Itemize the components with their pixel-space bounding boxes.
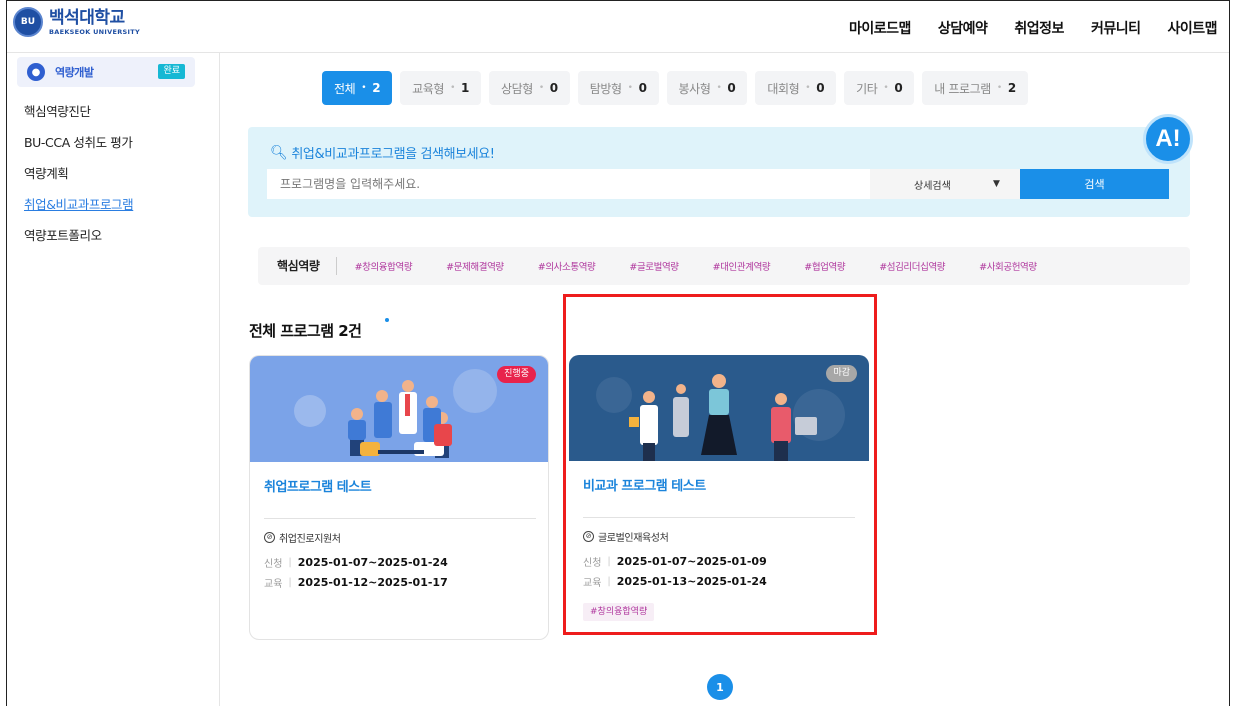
program-type-tabs: 전체 • 2 교육형 • 1 상담형 • 0 탐방형 • 0 봉사형 • 0 대회형 • 0 기타 • 0 …: [322, 71, 1028, 105]
program-title[interactable]: 취업프로그램 테스트: [264, 476, 372, 495]
tab-count: 0: [727, 81, 736, 95]
status-badge: 완료: [158, 64, 185, 79]
competency-tag[interactable]: #섬김리더십역량: [879, 259, 945, 273]
competency-tag[interactable]: #대인관계역량: [713, 259, 771, 273]
sidebar-section-label: 역량개발: [55, 66, 94, 79]
logo-name-korean: 백석대학교: [49, 7, 125, 28]
competency-filter-bar: 핵심역량 #창의융합역량 #문제해결역량 #의사소통역량 #글로벌역량 #대인관…: [258, 247, 1190, 285]
site-header: BU 백석대학교 BAEKSEOK UNIVERSITY 마이로드맵 상담예약 …: [7, 1, 1229, 53]
sidebar-item-plan[interactable]: 역량계획: [24, 163, 133, 194]
separator-dot: •: [450, 83, 455, 93]
tab-contest[interactable]: 대회형 • 0: [755, 71, 837, 105]
tab-etc[interactable]: 기타 • 0: [844, 71, 915, 105]
separator-dot: •: [627, 83, 633, 93]
organizer-icon: ⊘: [264, 532, 275, 543]
competency-tag[interactable]: #창의융합역량: [355, 259, 413, 273]
tab-label: 내 프로그램: [934, 81, 991, 96]
sidebar-menu: 핵심역량진단 BU-CCA 성취도 평가 역량계획 취업&비교과프로그램 역량포…: [24, 101, 134, 256]
tab-label: 봉사형: [678, 81, 711, 96]
status-badge: 진행중: [497, 366, 536, 383]
detail-search-label: 상세검색: [914, 180, 951, 192]
separator-dot: •: [805, 83, 811, 93]
separator-dot: •: [538, 83, 544, 93]
tab-volunteer[interactable]: 봉사형 • 0: [666, 71, 748, 105]
competency-tag[interactable]: #의사소통역량: [538, 259, 596, 273]
frame-right-border: [1229, 0, 1230, 706]
tab-count: 0: [549, 81, 558, 95]
sidebar-section-header[interactable]: ● 역량개발 완료: [17, 57, 195, 87]
apply-period-row: 신청 | 2025-01-07~2025-01-24: [264, 555, 448, 570]
user-icon: ●: [27, 63, 45, 81]
search-button[interactable]: 검색: [1020, 169, 1169, 199]
sidebar: ● 역량개발 완료 핵심역량진단 BU-CCA 성취도 평가 역량계획 취업&비…: [7, 53, 220, 706]
logo-text: 백석대학교 BAEKSEOK UNIVERSITY: [49, 7, 140, 36]
tab-count: 1: [461, 81, 469, 95]
tab-label: 탐방형: [589, 81, 622, 96]
tab-label: 기타: [856, 81, 878, 96]
highlight-box: [563, 294, 877, 635]
tab-all[interactable]: 전체 • 2: [322, 71, 393, 105]
competency-label: 핵심역량: [277, 257, 337, 275]
organizer: ⊘ 취업진로지원처: [264, 530, 341, 545]
nav-sitemap[interactable]: 사이트맵: [1167, 18, 1217, 38]
apply-period: 2025-01-07~2025-01-24: [297, 556, 448, 569]
search-panel: 🔍︎ 취업&비교과프로그램을 검색해보세요! 상세검색 ▼ 검색: [248, 127, 1190, 217]
program-thumbnail: 진행중: [250, 356, 548, 462]
separator: |: [288, 557, 292, 568]
university-emblem-icon: BU: [13, 7, 43, 37]
separator-dot: •: [883, 83, 889, 93]
tab-label: 전체: [334, 81, 356, 96]
tab-count: 0: [816, 81, 825, 95]
program-card[interactable]: 진행중 취업프로그램 테스트 ⊘ 취업진로지원처 신청 | 2025-01-07~20…: [249, 355, 549, 640]
sidebar-item-portfolio[interactable]: 역량포트폴리오: [24, 225, 133, 256]
page-button[interactable]: 1: [707, 674, 733, 700]
sidebar-item-programs[interactable]: 취업&비교과프로그램: [24, 194, 134, 225]
competency-tag[interactable]: #글로벌역량: [629, 259, 679, 273]
tab-my-programs[interactable]: 내 프로그램 • 2: [922, 71, 1028, 105]
program-search-input[interactable]: [267, 169, 870, 199]
tab-count: 2: [372, 81, 381, 95]
education-label: 교육: [264, 579, 283, 590]
nav-community[interactable]: 커뮤니티: [1091, 18, 1141, 38]
competency-tag[interactable]: #사회공헌역량: [979, 259, 1037, 273]
separator-dot: •: [716, 83, 722, 93]
competency-tag[interactable]: #문제해결역량: [446, 259, 504, 273]
tab-counseling[interactable]: 상담형 • 0: [488, 71, 570, 105]
university-logo[interactable]: BU 백석대학교 BAEKSEOK UNIVERSITY: [13, 7, 140, 37]
sidebar-item-core-diagnosis[interactable]: 핵심역량진단: [24, 101, 133, 132]
global-nav: 마이로드맵 상담예약 취업정보 커뮤니티 사이트맵: [849, 18, 1218, 38]
detail-search-select[interactable]: 상세검색 ▼: [870, 169, 1020, 199]
tab-visit[interactable]: 탐방형 • 0: [577, 71, 659, 105]
tab-count: 2: [1007, 81, 1016, 95]
title-dot: [385, 318, 389, 322]
tab-label: 상담형: [500, 81, 533, 96]
sidebar-item-bu-cca[interactable]: BU-CCA 성취도 평가: [24, 132, 133, 163]
tab-count: 0: [638, 81, 647, 95]
separator-dot: •: [996, 83, 1002, 93]
apply-label: 신청: [264, 559, 283, 570]
program-count-title: 전체 프로그램 2건: [249, 322, 362, 340]
tab-education[interactable]: 교육형 • 1: [400, 71, 481, 105]
organizer-name: 취업진로지원처: [279, 534, 341, 545]
logo-name-english: BAEKSEOK UNIVERSITY: [49, 27, 140, 36]
caret-down-icon: ▼: [993, 179, 1000, 189]
competency-tag[interactable]: #협업역량: [804, 259, 845, 273]
competency-tags: #창의융합역량 #문제해결역량 #의사소통역량 #글로벌역량 #대인관계역량 #…: [355, 259, 1038, 273]
education-period-row: 교육 | 2025-01-12~2025-01-17: [264, 575, 448, 590]
nav-my-roadmap[interactable]: 마이로드맵: [849, 18, 911, 38]
nav-job-info[interactable]: 취업정보: [1014, 18, 1064, 38]
ai-chat-icon: A!: [1143, 114, 1193, 164]
separator-dot: •: [361, 83, 367, 93]
divider: [264, 518, 536, 519]
nav-counseling[interactable]: 상담예약: [938, 18, 988, 38]
tab-label: 교육형: [412, 81, 445, 96]
tab-count: 0: [894, 81, 903, 95]
search-title-text: 취업&비교과프로그램을 검색해보세요!: [291, 147, 495, 162]
tab-label: 대회형: [767, 81, 800, 96]
education-period: 2025-01-12~2025-01-17: [297, 576, 448, 589]
separator: |: [288, 577, 292, 588]
search-icon: 🔍︎: [270, 144, 288, 161]
ai-assistant-button[interactable]: A!: [1143, 114, 1199, 164]
search-heading: 🔍︎ 취업&비교과프로그램을 검색해보세요!: [270, 143, 495, 163]
